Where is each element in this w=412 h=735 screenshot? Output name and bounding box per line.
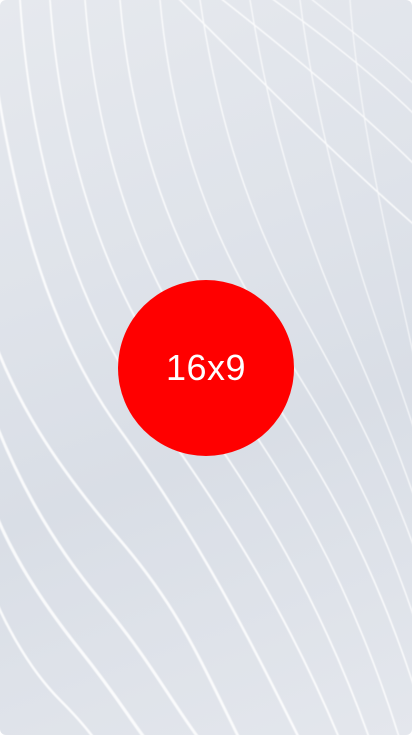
splash-screen: 16x9 (0, 0, 412, 735)
app-logo-text: 16x9 (165, 347, 247, 388)
app-logo: 16x9 (118, 280, 294, 456)
